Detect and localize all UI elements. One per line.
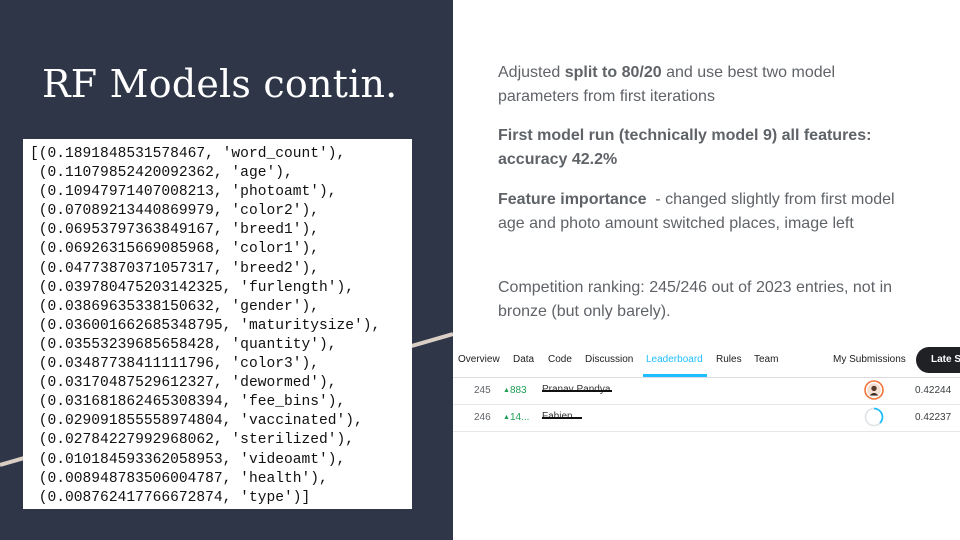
- rank-change-value: 883: [509, 385, 527, 396]
- code-line: (0.03553239685658428, 'quantity'),: [30, 336, 337, 353]
- rank: 246: [474, 412, 491, 423]
- up-arrow-icon: ▲: [503, 414, 510, 421]
- my-submissions-link[interactable]: My Submissions: [833, 354, 906, 365]
- code-line: (0.03170487529612327, 'dewormed'),: [30, 375, 337, 392]
- tab-leaderboard[interactable]: Leaderboard: [646, 354, 703, 365]
- note-text: Adjusted: [498, 64, 565, 81]
- right-panel: Adjusted split to 80/20 and use best two…: [453, 0, 960, 540]
- code-line: (0.031681862465308394, 'fee_bins'),: [30, 394, 346, 411]
- code-line: (0.10947971407008213, 'photoamt'),: [30, 184, 337, 201]
- score: 0.42244: [915, 385, 952, 396]
- competition-tabs: Overview Data Code Discussion Leaderboar…: [453, 343, 960, 378]
- code-line: (0.07089213440869979, 'color2'),: [30, 203, 320, 220]
- code-line: (0.010184593362058953, 'videoamt'),: [30, 451, 346, 468]
- leaderboard-screenshot: Overview Data Code Discussion Leaderboar…: [453, 343, 960, 438]
- code-line: (0.008948783506004787, 'health'),: [30, 470, 328, 487]
- leaderboard-row[interactable]: 245 ▲883 Pranav Pandya 0.42244: [453, 378, 960, 405]
- code-line: (0.06926315669085968, 'color1'),: [30, 241, 320, 258]
- note-first-model-accuracy: First model run (technically model 9) al…: [498, 127, 872, 168]
- note-emphasis: split to 80/20: [564, 64, 662, 81]
- code-line: (0.008762417766672874, 'type')]: [30, 489, 311, 506]
- rank: 245: [474, 385, 491, 396]
- code-line: (0.04773870371057317, 'breed2'),: [30, 260, 320, 277]
- tab-rules[interactable]: Rules: [716, 354, 742, 365]
- note-feature-importance: Feature importance - changed slightly fr…: [498, 188, 918, 236]
- up-arrow-icon: ▲: [503, 387, 510, 394]
- rank-change-value: 14...: [509, 412, 530, 423]
- late-submission-button[interactable]: Late S: [916, 347, 960, 373]
- tab-discussion[interactable]: Discussion: [585, 354, 633, 365]
- tab-code[interactable]: Code: [548, 354, 572, 365]
- feature-importance-output: [(0.1891848531578467, 'word_count'), (0.…: [23, 139, 412, 509]
- leaderboard-row[interactable]: 246 ▲14... Fabien 0.42237: [453, 405, 960, 432]
- code-line: (0.029091855558974804, 'vaccinated'),: [30, 413, 363, 430]
- active-tab-indicator: [643, 374, 707, 377]
- rank-change: ▲14...: [503, 412, 529, 423]
- rank-change: ▲883: [503, 385, 527, 396]
- left-panel: RF Models contin. [(0.1891848531578467, …: [0, 0, 453, 540]
- tab-data[interactable]: Data: [513, 354, 534, 365]
- code-line: (0.036001662685348795, 'maturitysize'),: [30, 317, 381, 334]
- code-line: (0.02784227992968062, 'sterilized'),: [30, 432, 355, 449]
- tab-overview[interactable]: Overview: [458, 354, 500, 365]
- code-line: [(0.1891848531578467, 'word_count'),: [30, 146, 346, 162]
- score: 0.42237: [915, 412, 952, 423]
- code-line: (0.03487738411111796, 'color3'),: [30, 356, 320, 373]
- note-split-adjustment: Adjusted split to 80/20 and use best two…: [498, 61, 918, 109]
- code-line: (0.11079852420092362, 'age'),: [30, 165, 293, 182]
- slide-title: RF Models contin.: [42, 62, 398, 106]
- avatar-icon[interactable]: [864, 380, 884, 400]
- redaction-strike: [542, 417, 582, 419]
- note-competition-ranking: Competition ranking: 245/246 out of 2023…: [498, 279, 893, 320]
- code-line: (0.06953797363849167, 'breed1'),: [30, 222, 320, 239]
- redaction-strike: [542, 390, 612, 392]
- code-line: (0.03869635338150632, 'gender'),: [30, 298, 320, 315]
- tab-team[interactable]: Team: [754, 354, 778, 365]
- note-emphasis: Feature importance: [498, 191, 647, 208]
- avatar-icon[interactable]: [864, 407, 884, 427]
- code-line: (0.039780475203142325, 'furlength'),: [30, 279, 355, 296]
